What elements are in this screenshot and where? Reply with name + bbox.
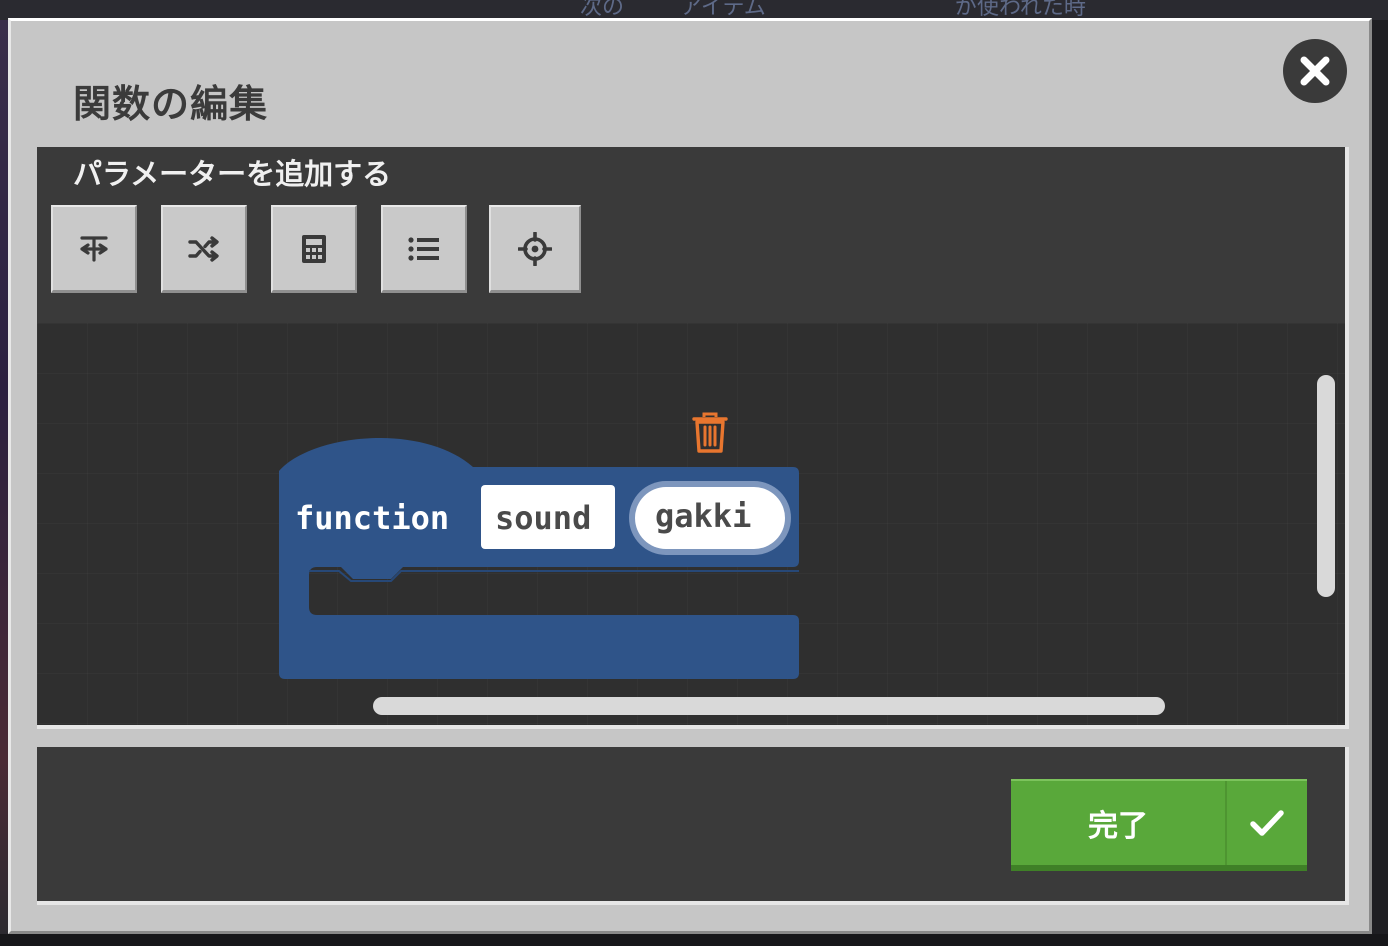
done-button-label: 完了	[1088, 809, 1148, 844]
function-editor-area: パラメーターを追加する function sound gakki	[37, 147, 1349, 729]
background-bottom-edge	[0, 934, 1388, 946]
dialog-title: 関数の編集	[73, 82, 269, 126]
background-text-left: 次の	[580, 0, 625, 16]
shuffle-icon	[188, 235, 219, 262]
add-boolean-parameter-button[interactable]	[161, 205, 247, 293]
function-name-text: sound	[495, 499, 591, 537]
text-type-icon	[80, 235, 108, 262]
crosshair-icon	[518, 231, 552, 266]
block-workspace[interactable]: function sound gakki	[37, 323, 1345, 725]
function-keyword: function	[295, 499, 449, 537]
add-number-parameter-button[interactable]	[271, 205, 357, 293]
function-block-body[interactable]	[279, 438, 799, 679]
vertical-scrollbar[interactable]	[1317, 375, 1335, 597]
list-icon	[408, 236, 439, 261]
background-text-right: が使われた時	[955, 0, 1086, 16]
close-button[interactable]	[1283, 39, 1347, 103]
calculator-icon	[302, 234, 326, 263]
parameter-name-text: gakki	[655, 497, 751, 535]
edit-function-dialog: 関数の編集 パラメーターを追加する function sound gakki 完…	[8, 18, 1372, 934]
dialog-footer: 完了	[37, 747, 1349, 905]
add-position-parameter-button[interactable]	[489, 205, 581, 293]
add-text-parameter-button[interactable]	[51, 205, 137, 293]
close-icon	[1300, 56, 1330, 86]
background-strip: 次の アイテム が使われた時	[0, 0, 1388, 20]
horizontal-scrollbar[interactable]	[373, 697, 1165, 715]
background-text-mid: アイテム	[680, 0, 766, 16]
check-icon	[1250, 810, 1284, 836]
function-definition-block[interactable]: function sound gakki	[273, 431, 813, 691]
add-parameter-label: パラメーターを追加する	[73, 157, 392, 191]
background-left-edge	[0, 20, 8, 946]
done-button[interactable]: 完了	[1011, 779, 1307, 871]
add-array-parameter-button[interactable]	[381, 205, 467, 293]
